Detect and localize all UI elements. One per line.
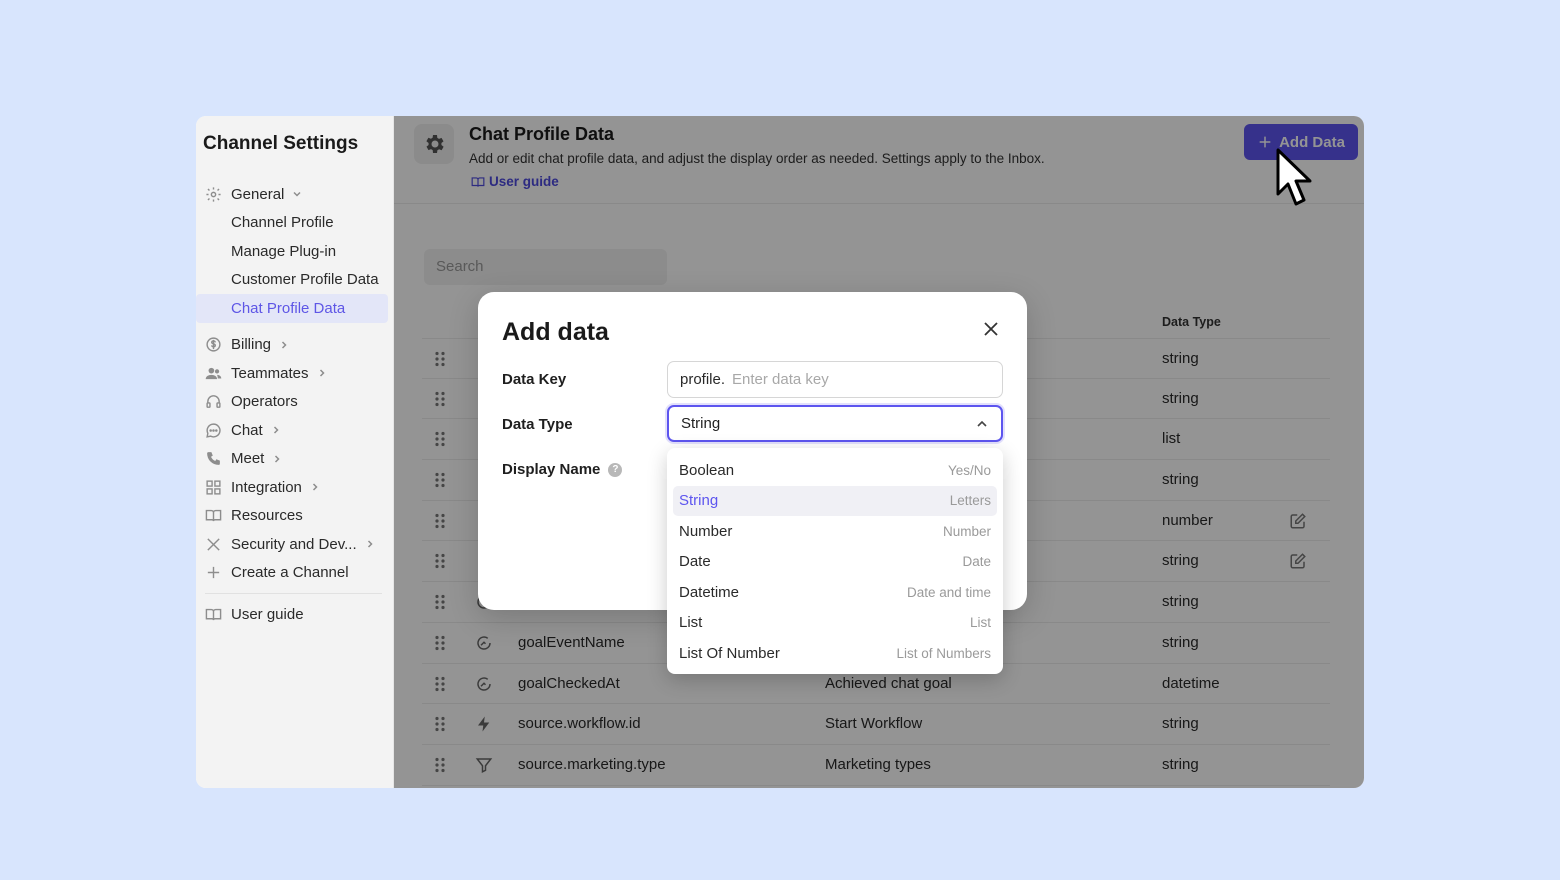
data-type-value: String: [681, 415, 721, 432]
sidebar-item-label: Chat: [231, 421, 263, 439]
option-label: List Of Number: [679, 644, 780, 662]
tools-icon: [205, 536, 222, 553]
data-type-label: Data Type: [502, 416, 573, 433]
option-datetime[interactable]: Datetime Date and time: [673, 577, 997, 608]
sidebar-item-meet[interactable]: Meet: [196, 445, 394, 474]
sidebar-item-chat[interactable]: Chat: [196, 416, 394, 445]
plus-icon: [205, 564, 222, 581]
sidebar-title: Channel Settings: [203, 133, 359, 154]
sidebar-item-operators[interactable]: Operators: [196, 388, 394, 417]
chevron-right-icon: [365, 539, 375, 549]
sidebar-item-label: Billing: [231, 336, 272, 354]
option-label: List: [679, 614, 703, 632]
book-icon: [205, 507, 222, 524]
data-key-input[interactable]: [732, 371, 990, 388]
sidebar-item-label: User guide: [231, 605, 304, 623]
data-key-field[interactable]: profile.: [667, 361, 1003, 398]
people-icon: [205, 365, 222, 382]
option-hint: List: [969, 615, 991, 631]
option-list-of-number[interactable]: List Of Number List of Numbers: [673, 638, 997, 669]
sidebar-subitem-manage-plugin[interactable]: Manage Plug-in: [196, 237, 394, 266]
option-label: Number: [679, 522, 733, 540]
sidebar-divider: [205, 593, 382, 594]
option-string[interactable]: String Letters: [673, 485, 997, 516]
chevron-right-icon: [271, 425, 281, 435]
grid-icon: [205, 479, 222, 496]
sidebar-item-user-guide[interactable]: User guide: [196, 600, 394, 629]
sidebar-item-label: Operators: [231, 393, 298, 411]
option-hint: Yes/No: [947, 462, 991, 478]
modal-title: Add data: [502, 318, 609, 346]
data-type-select[interactable]: String: [667, 405, 1003, 442]
option-date[interactable]: Date Date: [673, 547, 997, 578]
chat-bubble-icon: [205, 422, 222, 439]
data-type-dropdown: Boolean Yes/No String Letters Number Number…: [667, 448, 1003, 674]
data-key-label: Data Key: [502, 371, 567, 388]
sidebar-item-security[interactable]: Security and Dev...: [196, 530, 394, 559]
display-name-label-row: Display Name ?: [502, 461, 623, 478]
mouse-cursor-icon: [1276, 148, 1312, 206]
chevron-down-icon: [292, 189, 302, 199]
option-hint: Letters: [949, 493, 991, 509]
sidebar-item-teammates[interactable]: Teammates: [196, 359, 394, 388]
sidebar-item-create-channel[interactable]: Create a Channel: [196, 559, 394, 588]
option-hint: Number: [942, 523, 991, 539]
help-icon[interactable]: ?: [608, 462, 623, 477]
sidebar: Channel Settings General Channel Profile…: [196, 116, 394, 788]
option-label: String: [679, 492, 719, 510]
display-name-label: Display Name: [502, 461, 601, 478]
sidebar-item-label: Security and Dev...: [231, 535, 357, 553]
chevron-up-icon: [975, 417, 989, 431]
chevron-right-icon: [310, 482, 320, 492]
sidebar-item-label: Create a Channel: [231, 564, 349, 582]
sidebar-item-label: Teammates: [231, 364, 309, 382]
sidebar-item-label: General: [231, 185, 285, 203]
option-label: Date: [679, 553, 711, 571]
book-icon: [205, 606, 222, 623]
chevron-right-icon: [279, 340, 289, 350]
headset-icon: [205, 393, 222, 410]
option-label: Datetime: [679, 583, 740, 601]
option-boolean[interactable]: Boolean Yes/No: [673, 455, 997, 486]
sidebar-item-label: Integration: [231, 478, 302, 496]
option-list[interactable]: List List: [673, 608, 997, 639]
sidebar-nav: General Channel Profile Manage Plug-in C…: [196, 180, 394, 629]
option-hint: List of Numbers: [896, 645, 991, 661]
option-hint: Date: [962, 554, 991, 570]
sidebar-subitem-chat-profile-data[interactable]: Chat Profile Data: [196, 294, 388, 323]
chevron-right-icon: [317, 368, 327, 378]
sidebar-subitem-channel-profile[interactable]: Channel Profile: [196, 209, 394, 238]
sidebar-item-integration[interactable]: Integration: [196, 473, 394, 502]
gear-icon: [205, 186, 222, 203]
sidebar-subitem-customer-profile-data[interactable]: Customer Profile Data: [196, 266, 394, 295]
option-label: Boolean: [679, 461, 735, 479]
option-hint: Date and time: [906, 584, 991, 600]
sidebar-item-resources[interactable]: Resources: [196, 502, 394, 531]
close-icon[interactable]: [981, 319, 1001, 339]
data-key-prefix: profile.: [680, 371, 726, 388]
sidebar-item-billing[interactable]: Billing: [196, 331, 394, 360]
chevron-right-icon: [272, 454, 282, 464]
sidebar-item-general[interactable]: General: [196, 180, 394, 209]
dollar-icon: [205, 336, 222, 353]
sidebar-item-label: Meet: [231, 450, 265, 468]
phone-icon: [205, 450, 222, 467]
option-number[interactable]: Number Number: [673, 516, 997, 547]
sidebar-item-label: Resources: [231, 507, 303, 525]
